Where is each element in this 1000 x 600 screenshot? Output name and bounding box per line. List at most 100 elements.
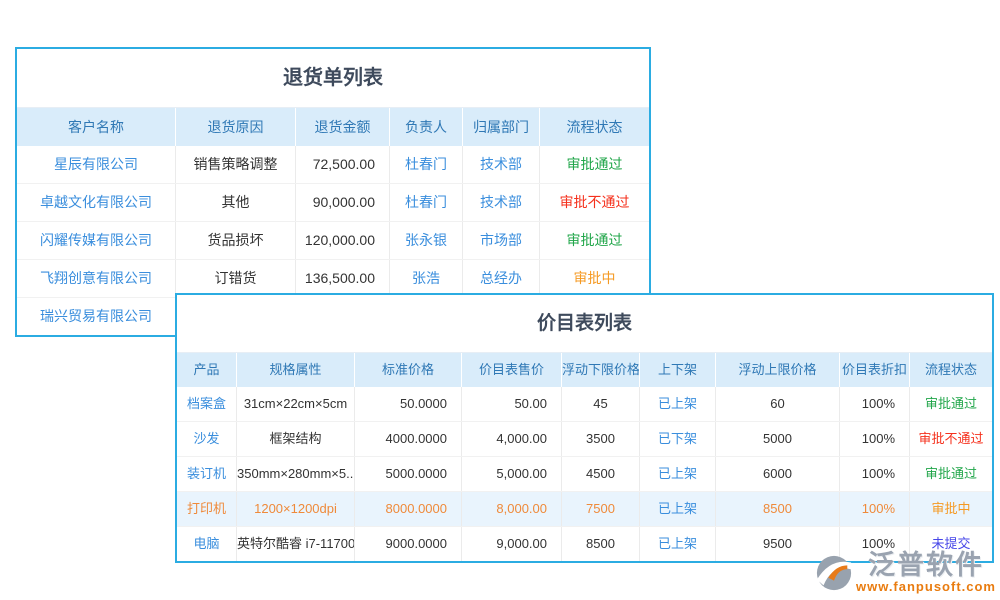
dept-link[interactable]: 市场部: [463, 222, 540, 259]
return-panel-title: 退货单列表: [17, 49, 649, 108]
cell-floor-price: 7500: [562, 492, 640, 526]
cell-spec: 英特尔酷睿 i7-11700K: [237, 527, 355, 561]
price-row[interactable]: 装订机350mm×280mm×5...5000.00005,000.004500…: [177, 457, 992, 492]
col-header-reason: 退货原因: [176, 108, 296, 146]
cell-amount: 90,000.00: [296, 184, 390, 221]
col-header-shelf: 上下架: [640, 353, 716, 387]
cell-amount: 136,500.00: [296, 260, 390, 297]
price-row[interactable]: 档案盒31cm×22cm×5cm50.000050.0045已上架60100%审…: [177, 387, 992, 422]
product-link[interactable]: 电脑: [177, 527, 237, 561]
owner-link[interactable]: 张浩: [390, 260, 463, 297]
customer-link[interactable]: 卓越文化有限公司: [17, 184, 176, 221]
cell-amount: 120,000.00: [296, 222, 390, 259]
owner-link[interactable]: 杜春门: [390, 146, 463, 183]
customer-link[interactable]: 闪耀传媒有限公司: [17, 222, 176, 259]
status-text[interactable]: 审批通过: [540, 146, 649, 183]
status-text[interactable]: 审批通过: [910, 387, 992, 421]
shelf-state-link[interactable]: 已上架: [640, 387, 716, 421]
shelf-state-link[interactable]: 已下架: [640, 422, 716, 456]
brand-name: 泛普软件: [868, 551, 984, 579]
price-table-body: 档案盒31cm×22cm×5cm50.000050.0045已上架60100%审…: [177, 387, 992, 561]
cell-list-price: 8,000.00: [462, 492, 562, 526]
col-header-ceil: 浮动上限价格: [716, 353, 840, 387]
cell-reason: 销售策略调整: [176, 146, 296, 183]
col-header-status: 流程状态: [540, 108, 649, 146]
cell-standard-price: 5000.0000: [355, 457, 462, 491]
cell-list-price: 5,000.00: [462, 457, 562, 491]
col-header-list_price: 价目表售价: [462, 353, 562, 387]
fanpu-watermark: 泛普软件 www.fanpusoft.com: [815, 551, 996, 594]
cell-standard-price: 8000.0000: [355, 492, 462, 526]
return-row[interactable]: 闪耀传媒有限公司货品损坏120,000.00张永银市场部审批通过: [17, 222, 649, 260]
cell-spec: 框架结构: [237, 422, 355, 456]
status-text[interactable]: 审批中: [910, 492, 992, 526]
cell-standard-price: 9000.0000: [355, 527, 462, 561]
cell-reason: 其他: [176, 184, 296, 221]
dept-link[interactable]: 技术部: [463, 184, 540, 221]
watermark-text: 泛普软件 www.fanpusoft.com: [856, 551, 996, 594]
dept-link[interactable]: 总经办: [463, 260, 540, 297]
price-panel-title: 价目表列表: [177, 295, 992, 353]
col-header-floor: 浮动下限价格: [562, 353, 640, 387]
brand-url: www.fanpusoft.com: [856, 579, 996, 594]
shelf-state-link[interactable]: 已上架: [640, 492, 716, 526]
cell-floor-price: 3500: [562, 422, 640, 456]
status-text[interactable]: 审批中: [540, 260, 649, 297]
cell-discount: 100%: [840, 387, 910, 421]
cell-ceiling-price: 8500: [716, 492, 840, 526]
status-text[interactable]: 审批通过: [910, 457, 992, 491]
cell-list-price: 4,000.00: [462, 422, 562, 456]
price-table-header-row: 产品规格属性标准价格价目表售价浮动下限价格上下架浮动上限价格价目表折扣流程状态: [177, 353, 992, 387]
return-row[interactable]: 星辰有限公司销售策略调整72,500.00杜春门技术部审批通过: [17, 146, 649, 184]
cell-standard-price: 4000.0000: [355, 422, 462, 456]
fanpu-logo-icon: [815, 554, 853, 592]
product-link[interactable]: 装订机: [177, 457, 237, 491]
cell-spec: 350mm×280mm×5...: [237, 457, 355, 491]
col-header-amount: 退货金额: [296, 108, 390, 146]
page: 退货单列表 客户名称退货原因退货金额负责人归属部门流程状态 星辰有限公司销售策略…: [0, 0, 1000, 600]
cell-ceiling-price: 5000: [716, 422, 840, 456]
cell-discount: 100%: [840, 492, 910, 526]
cell-list-price: 9,000.00: [462, 527, 562, 561]
cell-ceiling-price: 6000: [716, 457, 840, 491]
customer-link[interactable]: 星辰有限公司: [17, 146, 176, 183]
customer-link[interactable]: 瑞兴贸易有限公司: [17, 298, 176, 335]
cell-list-price: 50.00: [462, 387, 562, 421]
cell-floor-price: 45: [562, 387, 640, 421]
price-row[interactable]: 打印机1200×1200dpi8000.00008,000.007500已上架8…: [177, 492, 992, 527]
owner-link[interactable]: 张永银: [390, 222, 463, 259]
price-list-panel: 价目表列表 产品规格属性标准价格价目表售价浮动下限价格上下架浮动上限价格价目表折…: [175, 293, 994, 563]
cell-discount: 100%: [840, 457, 910, 491]
col-header-std_price: 标准价格: [355, 353, 462, 387]
status-text[interactable]: 审批不通过: [910, 422, 992, 456]
col-header-discount: 价目表折扣: [840, 353, 910, 387]
shelf-state-link[interactable]: 已上架: [640, 457, 716, 491]
cell-reason: 货品损坏: [176, 222, 296, 259]
col-header-owner: 负责人: [390, 108, 463, 146]
shelf-state-link[interactable]: 已上架: [640, 527, 716, 561]
return-table-header-row: 客户名称退货原因退货金额负责人归属部门流程状态: [17, 108, 649, 146]
cell-floor-price: 8500: [562, 527, 640, 561]
price-row[interactable]: 沙发框架结构4000.00004,000.003500已下架5000100%审批…: [177, 422, 992, 457]
col-header-customer: 客户名称: [17, 108, 176, 146]
cell-ceiling-price: 60: [716, 387, 840, 421]
product-link[interactable]: 沙发: [177, 422, 237, 456]
owner-link[interactable]: 杜春门: [390, 184, 463, 221]
cell-floor-price: 4500: [562, 457, 640, 491]
product-link[interactable]: 打印机: [177, 492, 237, 526]
col-header-product: 产品: [177, 353, 237, 387]
cell-spec: 1200×1200dpi: [237, 492, 355, 526]
product-link[interactable]: 档案盒: [177, 387, 237, 421]
col-header-dept: 归属部门: [463, 108, 540, 146]
customer-link[interactable]: 飞翔创意有限公司: [17, 260, 176, 297]
col-header-spec: 规格属性: [237, 353, 355, 387]
status-text[interactable]: 审批不通过: [540, 184, 649, 221]
return-row[interactable]: 卓越文化有限公司其他90,000.00杜春门技术部审批不通过: [17, 184, 649, 222]
cell-reason: 订错货: [176, 260, 296, 297]
cell-standard-price: 50.0000: [355, 387, 462, 421]
col-header-status: 流程状态: [910, 353, 992, 387]
cell-discount: 100%: [840, 422, 910, 456]
status-text[interactable]: 审批通过: [540, 222, 649, 259]
cell-amount: 72,500.00: [296, 146, 390, 183]
dept-link[interactable]: 技术部: [463, 146, 540, 183]
